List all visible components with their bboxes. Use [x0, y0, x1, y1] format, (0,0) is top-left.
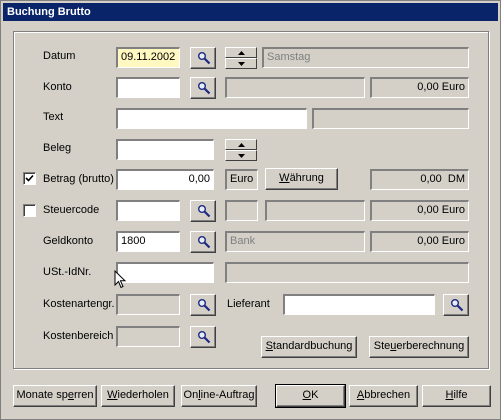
spin-down-button[interactable] — [225, 58, 257, 69]
waehrung-button-post: ährung — [289, 172, 324, 184]
btn-pre: Monate sp — [16, 389, 68, 401]
arrow-down-icon — [238, 154, 245, 158]
geldkonto-amount: 0,00 Euro — [370, 231, 469, 252]
btn-post: iederholen — [117, 389, 169, 401]
datum-spinner[interactable] — [225, 47, 257, 69]
lieferant-lookup-button[interactable] — [443, 294, 469, 316]
ustid-field[interactable] — [116, 262, 214, 283]
geldkonto-name: Bank — [225, 231, 365, 252]
monate-sperren-button[interactable]: Monate sperren — [13, 385, 97, 407]
magnifier-icon — [198, 52, 211, 65]
steuercode-description — [265, 200, 365, 221]
konto-lookup-button[interactable] — [190, 77, 216, 99]
kostenartengr-label: Kostenartengr. — [43, 298, 115, 310]
beleg-label: Beleg — [43, 142, 72, 154]
steuercode-label: Steuercode — [43, 204, 100, 216]
text-field[interactable] — [116, 108, 307, 129]
magnifier-icon — [198, 236, 211, 249]
ustid-info — [225, 262, 469, 283]
btn-post: rren — [73, 389, 94, 401]
konto-name — [225, 77, 365, 98]
waehrung-button-accel: W — [279, 172, 290, 184]
betrag-label: Betrag (brutto) — [43, 173, 114, 185]
steuercode-field[interactable] — [116, 200, 180, 221]
abbrechen-button[interactable]: Abbrechen — [349, 385, 418, 407]
konto-amount: 0,00 Euro — [370, 77, 469, 98]
spin-down-button[interactable] — [225, 150, 257, 161]
steuercode-checkbox[interactable] — [23, 204, 36, 217]
waehrung-button[interactable]: Währung — [265, 168, 338, 190]
lieferant-field[interactable] — [283, 294, 435, 315]
steuercode-lookup-button[interactable] — [190, 200, 216, 222]
steuercode-amount: 0,00 Euro — [370, 200, 469, 221]
btn-pre: Ste — [373, 340, 391, 352]
booking-dialog: Buchung Brutto Datum 09.11.2002 Samstag … — [0, 0, 501, 420]
datum-label: Datum — [43, 50, 76, 62]
spin-up-button[interactable] — [225, 47, 257, 58]
magnifier-icon — [198, 299, 211, 312]
konto-label: Konto — [43, 81, 72, 93]
btn-accel: O — [302, 389, 312, 401]
magnifier-icon — [198, 331, 211, 344]
geldkonto-lookup-button[interactable] — [190, 231, 216, 253]
geldkonto-field[interactable]: 1800 — [116, 231, 180, 252]
spin-up-button[interactable] — [225, 139, 257, 150]
arrow-down-icon — [238, 62, 245, 66]
wiederholen-button[interactable]: Wiederholen — [101, 385, 175, 407]
betrag-checkbox[interactable] — [23, 172, 36, 185]
lieferant-label: Lieferant — [227, 298, 270, 310]
kostenartengr-field[interactable] — [116, 294, 180, 315]
hilfe-button[interactable]: Hilfe — [422, 385, 491, 407]
btn-post: ine-Auftrag — [200, 389, 255, 401]
kostenbereich-label: Kostenbereich — [43, 330, 114, 342]
beleg-field[interactable] — [116, 139, 214, 160]
steuerberechnung-button[interactable]: Steuerberechnung — [369, 336, 469, 358]
datum-weekday: Samstag — [262, 47, 469, 68]
btn-post: ilfe — [453, 389, 468, 401]
magnifier-icon — [198, 205, 211, 218]
arrow-up-icon — [238, 51, 245, 55]
text-extra — [312, 108, 469, 129]
konto-field[interactable] — [116, 77, 180, 98]
kostenartengr-lookup-button[interactable] — [190, 294, 216, 316]
datum-lookup-button[interactable] — [190, 47, 216, 69]
btn-post: bbrechen — [364, 389, 411, 401]
geldkonto-label: Geldkonto — [43, 235, 94, 247]
ustid-label: USt.-IdNr. — [43, 266, 92, 278]
standardbuchung-button[interactable]: Standardbuchung — [261, 336, 357, 358]
datum-field[interactable]: 09.11.2002 — [116, 47, 180, 68]
arrow-up-icon — [238, 143, 245, 147]
magnifier-icon — [451, 299, 464, 312]
text-label: Text — [43, 111, 64, 123]
betrag-currency: Euro — [225, 169, 258, 190]
steuercode-code — [225, 200, 258, 221]
btn-post: tandardbuchung — [272, 340, 353, 352]
btn-accel: W — [107, 389, 118, 401]
mouse-cursor-icon — [114, 270, 127, 289]
beleg-spinner[interactable] — [225, 139, 257, 161]
kostenbereich-field[interactable] — [116, 326, 180, 347]
magnifier-icon — [198, 82, 211, 95]
ok-button[interactable]: OK — [275, 384, 346, 408]
btn-accel: S — [265, 340, 273, 352]
window-title: Buchung Brutto — [3, 3, 498, 21]
kostenbereich-lookup-button[interactable] — [190, 326, 216, 348]
btn-pre: On — [183, 389, 199, 401]
betrag-converted: 0,00 DM — [370, 169, 469, 190]
online-auftrag-button[interactable]: Online-Auftrag — [181, 385, 257, 407]
btn-post: K — [311, 389, 319, 401]
checkmark-icon — [25, 174, 34, 182]
betrag-field[interactable]: 0,00 — [116, 169, 214, 190]
btn-post: erberechnung — [396, 340, 465, 352]
